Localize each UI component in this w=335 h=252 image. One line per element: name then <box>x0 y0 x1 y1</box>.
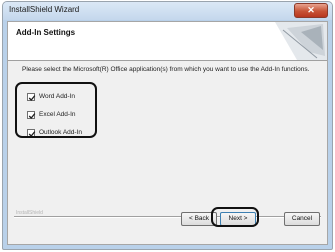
wizard-header: Add-In Settings <box>8 22 327 61</box>
next-button-highlight-annotation <box>211 207 259 227</box>
title-bar[interactable]: InstallShield Wizard ✕ <box>3 2 332 20</box>
window-title: InstallShield Wizard <box>9 5 80 14</box>
page-title: Add-In Settings <box>16 28 76 37</box>
close-button[interactable]: ✕ <box>294 3 328 18</box>
footer-separator <box>14 216 321 218</box>
cancel-button[interactable]: Cancel <box>284 212 320 226</box>
installshield-banner-graphic-icon <box>275 22 327 60</box>
instruction-text: Please select the Microsoft(R) Office ap… <box>22 66 310 73</box>
close-icon: ✕ <box>307 5 315 15</box>
checkbox-highlight-annotation <box>15 82 97 138</box>
